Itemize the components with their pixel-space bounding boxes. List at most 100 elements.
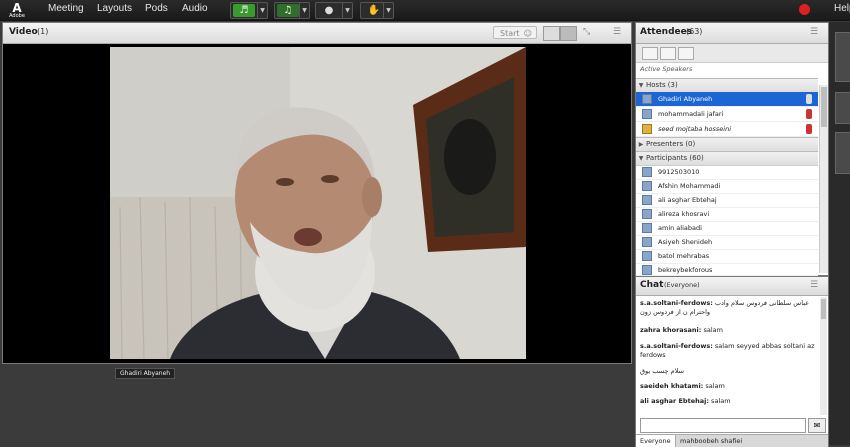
list-item[interactable]: mohammadali jafari [636,107,818,122]
chevron-down-icon[interactable]: ▼ [299,3,309,18]
microphone-icon: ♫ [277,4,299,17]
tab-private-chat[interactable]: mahboobeh shafiei [676,435,746,447]
scroll-thumb[interactable] [821,87,827,127]
attendee-name: 9912503010 [658,168,700,176]
chat-scrollbar[interactable] [820,297,827,415]
menu-pods[interactable]: Pods [145,3,168,14]
microphone-icon [806,94,812,104]
pod-menu-icon[interactable]: ☰ [613,27,621,37]
chat-sender: saeideh khatami: [640,382,704,390]
chat-pod: Chat (Everyone) ☰ s.a.soltani-ferdows: ع… [635,276,829,447]
participants-section-header[interactable]: ▼ Participants (60) [636,151,818,166]
chat-text: salam [711,397,731,405]
menu-bar: A Adobe Meeting Layouts Pods Audio ♬ ▼ ♫… [0,0,850,21]
chevron-down-icon[interactable]: ▼ [257,3,267,18]
chat-pod-title: Chat [640,280,664,290]
hosts-section-header[interactable]: ▼ Hosts (3) [636,78,818,93]
video-pod-count: (1) [37,27,49,36]
chevron-right-icon: ▶ [638,141,644,148]
user-icon [642,209,652,219]
user-icon [642,237,652,247]
side-panel-block [835,132,850,174]
attendees-scrollbar[interactable] [819,85,828,273]
list-item[interactable]: Asiyeh Shenideh [636,235,818,250]
attendees-count: (63) [686,27,703,36]
menu-audio[interactable]: Audio [182,3,208,14]
right-panel-strip [829,22,850,445]
chevron-down-icon: ▼ [638,82,644,89]
chat-message: saeideh khatami: salam [640,382,816,391]
user-icon [642,265,652,275]
attendees-pod: Attendees (63) ☰ Active Speakers ▼ Hosts … [635,22,829,276]
chat-message: s.a.soltani-ferdows: عباس سلطانی فردوس س… [640,299,816,317]
fullscreen-icon[interactable]: ⤡ [583,27,590,37]
chat-scope: (Everyone) [664,281,700,289]
chevron-down-icon[interactable]: ▼ [342,3,352,18]
attendees-pod-title: Attendees [640,27,693,37]
video-pod-header: Video (1) Start ☺ ⤡ ☰ [3,23,631,44]
scroll-thumb[interactable] [821,299,826,319]
user-icon [642,195,652,205]
menu-layouts[interactable]: Layouts [97,3,132,14]
sort-icon[interactable] [678,47,694,60]
speaker-toggle[interactable]: ♬ ▼ [230,2,268,19]
list-item[interactable]: amin aliabadi [636,221,818,236]
user-icon [642,124,652,134]
list-item[interactable]: ali asghar Ebtehaj [636,193,818,208]
list-item[interactable]: 9912503010 [636,165,818,180]
attendee-name: bekreybekforous [658,266,713,274]
chat-sender: s.a.soltani-ferdows: [640,342,713,350]
microphone-icon [806,109,812,119]
list-item[interactable]: seed mojtaba hosseini [636,122,818,137]
webcam-icon: ● [324,5,334,16]
chat-sender: zahra khorasani: [640,326,702,334]
filmstrip-view-icon[interactable] [560,26,577,41]
chat-input[interactable] [640,418,806,433]
adobe-logo-icon: A Adobe [8,2,26,19]
chevron-down-icon[interactable]: ▼ [383,3,393,18]
chat-message: ali asghar Ebtehaj: salam [640,397,816,406]
menu-help[interactable]: Help [834,3,850,14]
status-view-icon[interactable] [660,47,676,60]
send-icon[interactable]: ✉ [808,418,826,433]
attendees-pod-header: Attendees (63) ☰ [636,23,828,44]
tab-everyone[interactable]: Everyone [636,435,676,447]
grid-view-icon[interactable] [543,26,560,41]
list-item[interactable]: alireza khosravi [636,207,818,222]
presenters-section-header[interactable]: ▶ Presenters (0) [636,137,818,152]
attendees-toolbar [636,44,828,63]
attendee-name: Asiyeh Shenideh [658,238,713,246]
pod-menu-icon[interactable]: ☰ [810,280,818,290]
attendee-name: alireza khosravi [658,210,710,218]
user-icon: ☺ [523,29,532,38]
list-item[interactable]: Afshin Mohammadi [636,179,818,194]
chat-text: salam [705,382,725,390]
chevron-down-icon: ▼ [638,155,644,162]
chat-pod-header: Chat (Everyone) ☰ [636,277,828,296]
attendee-name: ali asghar Ebtehaj [658,196,717,204]
video-pod-title: Video [9,27,38,37]
chat-message: s.a.soltani-ferdows: salam seyyed abbas … [640,342,816,360]
attendee-name: mohammadali jafari [658,110,724,118]
list-view-icon[interactable] [642,47,658,60]
list-item[interactable]: bekreybekforous [636,263,818,276]
chat-message: سلام چسب یوق [640,367,816,376]
presenters-label: Presenters (0) [646,140,696,148]
video-feed-image [110,47,526,359]
start-button-label: Start [500,29,520,38]
webcam-toggle[interactable]: ● ▼ [315,2,353,19]
list-item[interactable]: batol mehrabas [636,249,818,264]
logo-sub: Adobe [9,13,25,19]
microphone-icon [806,124,812,134]
chat-message: zahra khorasani: salam [640,326,816,335]
list-item[interactable]: Ghadiri Abyaneh [636,92,818,107]
menu-meeting[interactable]: Meeting [48,3,84,14]
start-webcam-button[interactable]: Start ☺ [493,26,537,39]
raise-hand-toggle[interactable]: ✋ ▼ [360,2,394,19]
speaker-icon: ♬ [233,4,255,17]
microphone-toggle[interactable]: ♫ ▼ [274,2,310,19]
pod-menu-icon[interactable]: ☰ [810,27,818,37]
record-icon[interactable] [799,4,810,15]
chat-text: سلام چسب یوق [640,367,684,375]
participants-label: Participants (60) [646,154,704,162]
